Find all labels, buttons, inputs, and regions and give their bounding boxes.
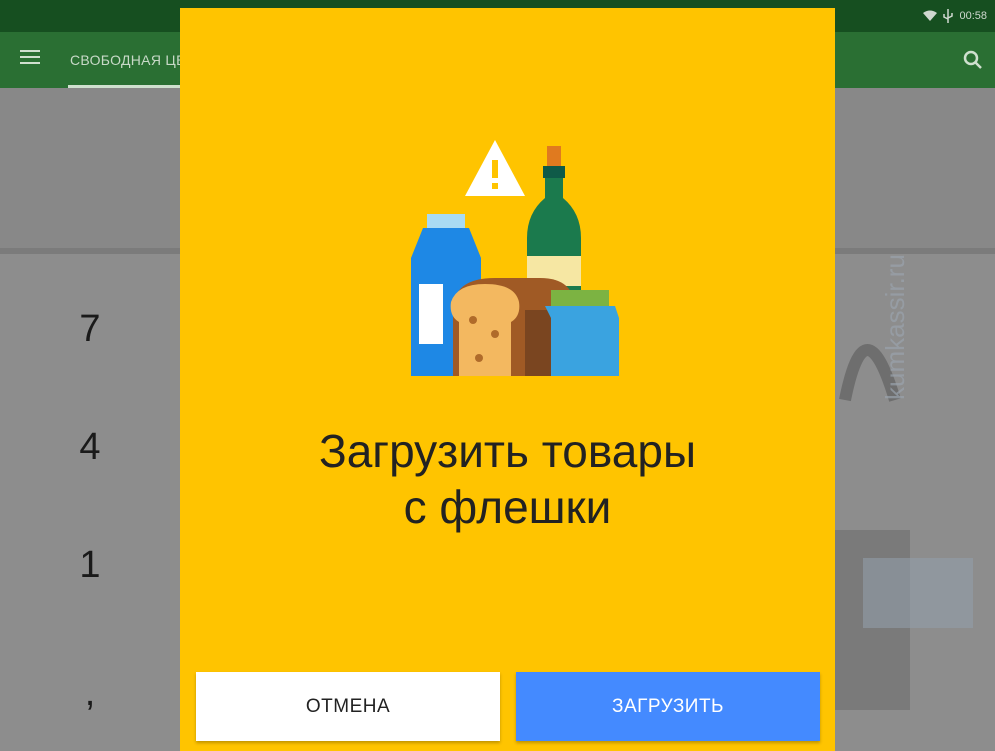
cancel-button[interactable]: ОТМЕНА [196, 672, 500, 741]
dialog-title: Загрузить товары с флешки [180, 423, 835, 535]
key-comma[interactable]: , [0, 638, 180, 748]
keypad: 7 4 1 , [0, 254, 180, 751]
basket-icon [835, 344, 973, 710]
key-4[interactable]: 4 [0, 392, 180, 502]
load-button[interactable]: ЗАГРУЗИТЬ [516, 672, 820, 741]
load-from-usb-dialog: Загрузить товары с флешки ОТМЕНА ЗАГРУЗИ… [180, 8, 835, 751]
groceries-warning-illustration [411, 140, 619, 376]
usb-icon [943, 9, 954, 23]
dialog-title-line-2: с флешки [403, 481, 612, 533]
key-1[interactable]: 1 [0, 510, 180, 620]
watermark: kumkassir.ru [880, 254, 910, 400]
search-icon[interactable] [961, 48, 985, 72]
menu-icon[interactable] [20, 50, 40, 70]
key-7[interactable]: 7 [0, 274, 180, 384]
status-time: 00:58 [959, 10, 987, 22]
dialog-title-line-1: Загрузить товары [318, 425, 697, 477]
status-icons: 00:58 [923, 9, 987, 23]
wifi-icon [923, 10, 938, 21]
